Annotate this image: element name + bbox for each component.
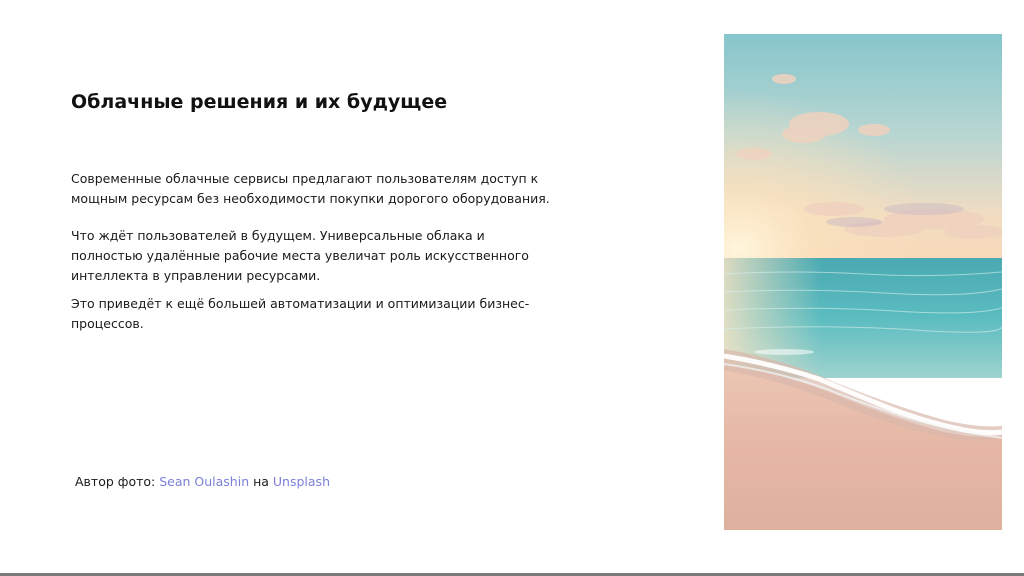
- beach-image: [724, 34, 1002, 530]
- beach-photo: [724, 34, 1002, 530]
- author-link[interactable]: Sean Oulashin: [159, 474, 249, 489]
- credit-prefix: Автор фото:: [75, 474, 160, 489]
- paragraph-automation: Это приведёт к ещё большей автоматизации…: [71, 296, 530, 331]
- unsplash-link[interactable]: Unsplash: [273, 474, 330, 489]
- paragraph-future: Что ждёт пользователей в будущем. Универ…: [71, 228, 529, 283]
- slide: Облачные решения и их будущее Современны…: [0, 0, 1024, 576]
- slide-body: Современные облачные сервисы предлагают …: [71, 169, 551, 334]
- photo-credit: Автор фото: Sean Oulashin на Unsplash: [75, 474, 330, 489]
- paragraph-intro: Современные облачные сервисы предлагают …: [71, 171, 550, 206]
- credit-middle: на: [249, 474, 273, 489]
- slide-title: Облачные решения и их будущее: [71, 91, 448, 113]
